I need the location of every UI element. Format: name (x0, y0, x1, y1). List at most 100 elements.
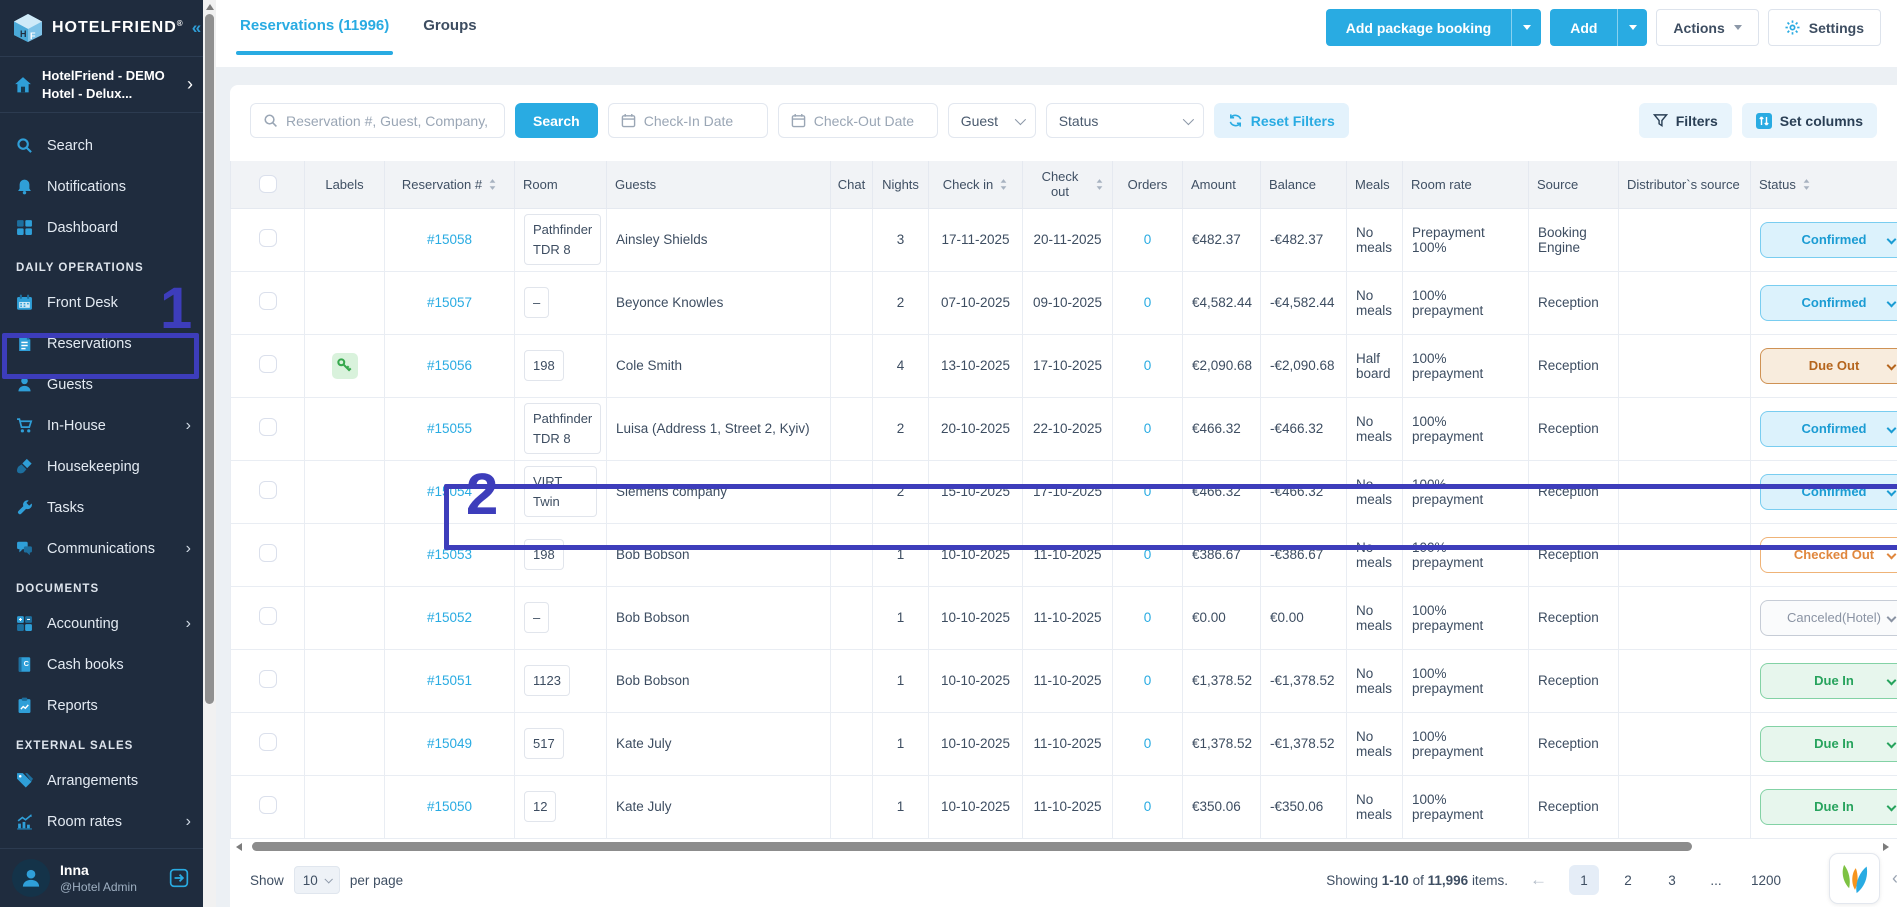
sidebar-item-communications[interactable]: Communications › (0, 528, 203, 569)
row-checkbox[interactable] (258, 733, 277, 751)
edge-chevron-icon[interactable]: ‹ (1892, 868, 1897, 889)
reservation-link[interactable]: #15053 (427, 547, 472, 562)
sidebar-item-cash-books[interactable]: C Cash books (0, 644, 203, 685)
page-button-3[interactable]: 3 (1657, 865, 1687, 895)
sidebar-item-reports[interactable]: Reports (0, 685, 203, 726)
room-chip[interactable]: 517 (524, 727, 564, 760)
reservation-link[interactable]: #15058 (427, 232, 472, 247)
user-panel[interactable]: Inna @Hotel Admin (0, 848, 203, 907)
reservation-link[interactable]: #15049 (427, 736, 472, 751)
guest-select[interactable]: Guest (947, 103, 1036, 138)
orders-link[interactable]: 0 (1144, 358, 1152, 373)
reservation-link[interactable]: #15051 (427, 673, 472, 688)
room-chip[interactable]: 1123 (524, 664, 570, 697)
reservation-link[interactable]: #15052 (427, 610, 472, 625)
orders-link[interactable]: 0 (1144, 484, 1152, 499)
orders-link[interactable]: 0 (1144, 547, 1152, 562)
page-button-2[interactable]: 2 (1613, 865, 1643, 895)
room-chip[interactable]: 12 (524, 790, 557, 823)
sidebar-item-accounting[interactable]: Accounting › (0, 603, 203, 644)
column-header-reservation[interactable]: Reservation # (384, 161, 515, 209)
checkout-date-input[interactable]: Check-Out Date (777, 103, 938, 138)
sidebar-item-in-house[interactable]: In-House › (0, 405, 203, 446)
status-badge[interactable]: Checked Out (1760, 536, 1897, 573)
scrollbar-thumb[interactable] (205, 14, 214, 704)
sidebar-item-reservations[interactable]: Reservations (0, 323, 203, 364)
row-checkbox[interactable] (258, 607, 277, 625)
status-badge[interactable]: Due In (1760, 662, 1897, 699)
orders-link[interactable]: 0 (1144, 421, 1152, 436)
sort-icon[interactable] (1802, 178, 1811, 191)
sidebar-item-guests[interactable]: Guests (0, 364, 203, 405)
prev-page-arrow[interactable]: ← (1530, 870, 1547, 890)
scroll-left-arrow-icon[interactable] (236, 842, 242, 851)
sidebar-item-front-desk[interactable]: Front Desk (0, 282, 203, 323)
tab-reservations[interactable]: Reservations (11996) (235, 17, 394, 67)
add-package-booking-button[interactable]: Add package booking (1325, 9, 1542, 46)
status-badge[interactable]: Due In (1760, 725, 1897, 762)
filters-button[interactable]: Filters (1638, 103, 1732, 138)
sort-icon[interactable] (488, 178, 497, 191)
status-badge[interactable]: Due In (1760, 788, 1897, 825)
row-checkbox[interactable] (258, 796, 277, 814)
row-checkbox[interactable] (258, 418, 277, 436)
search-input[interactable]: Reservation #, Guest, Company, PIN, ID (250, 103, 505, 138)
orders-link[interactable]: 0 (1144, 799, 1152, 814)
orders-link[interactable]: 0 (1144, 232, 1152, 247)
settings-button[interactable]: Settings (1767, 9, 1881, 46)
status-badge[interactable]: Confirmed (1760, 410, 1897, 447)
status-badge[interactable]: Canceled(Hotel) (1760, 599, 1897, 636)
row-checkbox[interactable] (258, 670, 277, 688)
status-badge[interactable]: Confirmed (1760, 473, 1897, 510)
page-size-select[interactable]: 10 (293, 866, 340, 895)
room-chip[interactable]: – (524, 286, 550, 319)
sidebar-item-search[interactable]: Search (0, 125, 203, 166)
add-package-dropdown-caret[interactable] (1511, 9, 1541, 46)
orders-link[interactable]: 0 (1144, 295, 1152, 310)
room-chip[interactable]: – (524, 601, 550, 634)
status-badge[interactable]: Confirmed (1760, 221, 1897, 258)
reservation-link[interactable]: #15054 (427, 484, 472, 499)
orders-link[interactable]: 0 (1144, 610, 1152, 625)
sidebar-item-room-rates[interactable]: Room rates › (0, 801, 203, 842)
status-select[interactable]: Status (1045, 103, 1204, 138)
row-checkbox[interactable] (258, 544, 277, 562)
checkin-date-input[interactable]: Check-In Date (607, 103, 768, 138)
page-button-1[interactable]: 1 (1568, 865, 1599, 896)
column-header-status[interactable]: Status (1750, 161, 1897, 209)
actions-button[interactable]: Actions (1656, 9, 1759, 46)
orders-link[interactable]: 0 (1144, 736, 1152, 751)
room-chip[interactable]: VIRT, Twin (524, 466, 597, 517)
key-label-icon[interactable] (331, 352, 358, 379)
assistant-widget-button[interactable] (1829, 853, 1880, 904)
search-button[interactable]: Search (515, 103, 598, 138)
add-button[interactable]: Add (1550, 9, 1648, 46)
room-chip[interactable]: 198 (524, 349, 564, 382)
row-checkbox[interactable] (258, 481, 277, 499)
reset-filters-button[interactable]: Reset Filters (1213, 103, 1349, 138)
status-badge[interactable]: Due Out (1760, 347, 1897, 384)
select-all-checkbox[interactable] (258, 175, 277, 194)
horizontal-scrollbar[interactable] (230, 838, 1897, 854)
sidebar-scrollbar[interactable] (203, 0, 216, 907)
tab-groups[interactable]: Groups (423, 17, 476, 67)
room-chip[interactable]: Pathfinder TDR 8 (524, 214, 602, 265)
sort-icon[interactable] (999, 178, 1008, 191)
column-header-check-out[interactable]: Check out (1022, 161, 1113, 209)
sidebar-item-tasks[interactable]: Tasks (0, 487, 203, 528)
column-header-check-in[interactable]: Check in (928, 161, 1023, 209)
reservation-link[interactable]: #15056 (427, 358, 472, 373)
reservation-link[interactable]: #15057 (427, 295, 472, 310)
sort-icon[interactable] (1095, 178, 1104, 191)
logout-icon[interactable] (167, 866, 191, 890)
room-chip[interactable]: 198 (524, 538, 564, 571)
sidebar-item-dashboard[interactable]: Dashboard (0, 207, 203, 248)
sidebar-item-notifications[interactable]: Notifications (0, 166, 203, 207)
sidebar-collapse-icon[interactable]: « (192, 18, 201, 38)
status-badge[interactable]: Confirmed (1760, 284, 1897, 321)
page-button-1200[interactable]: 1200 (1745, 865, 1787, 895)
scroll-up-arrow-icon[interactable] (206, 4, 214, 10)
row-checkbox[interactable] (258, 229, 277, 247)
sidebar-item-arrangements[interactable]: Arrangements (0, 760, 203, 801)
orders-link[interactable]: 0 (1144, 673, 1152, 688)
